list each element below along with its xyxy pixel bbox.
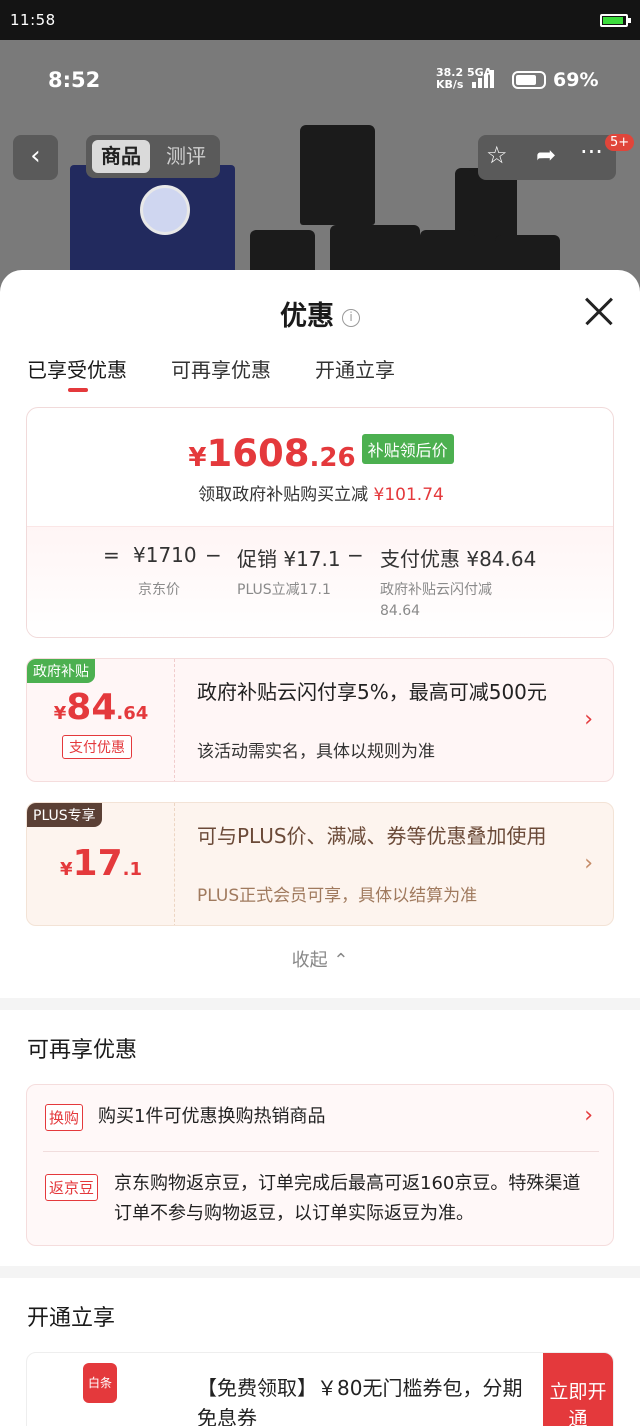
product-tabs: 商品 测评: [86, 135, 220, 178]
battery-percent: 69%: [553, 69, 599, 91]
calc-promo: 促销 ¥17.1: [237, 547, 341, 571]
star-icon[interactable]: ☆: [486, 141, 508, 169]
more-discount-card: 换购 购买1件可优惠换购热销商品 › 返京豆 京东购物返京豆，订单完成后最高可返…: [26, 1084, 614, 1246]
row-divider: [43, 1151, 599, 1152]
plus-tag: PLUS专享: [27, 803, 102, 827]
coupon-amount-area: PLUS专享 ¥17.1: [27, 803, 175, 925]
tab-more[interactable]: 可再享优惠: [171, 354, 271, 383]
coupon-note: 该活动需实名，具体以规则为准: [197, 742, 435, 762]
info-icon[interactable]: i: [342, 309, 360, 327]
pay-label: 政府补贴云闪付减 84.64: [380, 582, 492, 619]
tab-review[interactable]: 测评: [166, 140, 206, 173]
jd-bean-tag: 返京豆: [45, 1174, 99, 1201]
jd-price-label: 京东价: [138, 582, 180, 598]
jd-bean-text: 京东购物返京豆，订单完成后最高可返160京豆。特殊渠道订单不参与购物返豆，以订单…: [114, 1173, 581, 1224]
top-actions: ☆ ➦ ···: [478, 135, 616, 180]
calc-minus: −: [205, 543, 222, 567]
outer-battery-icon: [600, 14, 631, 27]
trade-in-text[interactable]: 购买1件可优惠换购热销商品: [98, 1102, 325, 1132]
calc-minus: −: [347, 543, 364, 567]
open-now-button[interactable]: 立即开通: [543, 1353, 613, 1426]
battery-icon: [512, 71, 546, 89]
tab-enjoyed[interactable]: 已享受优惠: [27, 354, 127, 383]
chevron-up-icon: ⌃: [333, 950, 349, 971]
baitiao-icon: 白条: [83, 1363, 117, 1403]
coupon-amount-area: 政府补贴 ¥84.64 支付优惠: [27, 659, 175, 781]
plus-coupon[interactable]: PLUS专享 ¥17.1 可与PLUS价、满减、券等优惠叠加使用 PLUS正式会…: [26, 802, 614, 926]
message-badge: 5+: [605, 134, 635, 151]
coupon-amount: ¥17.1: [59, 843, 142, 884]
subsidy-price-tag: 补贴领后价: [361, 434, 454, 464]
coupon-main-text: 政府补贴云闪付享5%，最高可减500元: [197, 680, 547, 704]
outer-time: 11:58: [10, 11, 56, 29]
price-summary-card: ¥1608.26 补贴领后价 领取政府补贴购买立减 ¥101.74 = ¥1710…: [26, 407, 614, 638]
discount-sheet: 优惠 i 已享受优惠 可再享优惠 开通立享 ¥1608.26 补贴领后价 领取政府补…: [0, 270, 640, 1426]
tab-underline: [68, 388, 88, 392]
coupon-main-text: 可与PLUS价、满减、券等优惠叠加使用: [197, 824, 547, 848]
tab-open[interactable]: 开通立享: [315, 354, 395, 383]
share-icon[interactable]: ➦: [536, 141, 556, 169]
back-button[interactable]: ‹: [13, 135, 58, 180]
trade-in-tag: 换购: [45, 1104, 84, 1131]
calc-pay: 支付优惠 ¥84.64: [380, 547, 537, 571]
more-section-title: 可再享优惠: [27, 1038, 138, 1063]
collapse-button[interactable]: 收起 ⌃: [0, 946, 640, 972]
section-divider: [0, 1266, 640, 1278]
chevron-right-icon: ›: [584, 707, 593, 732]
sheet-title: 优惠 i: [0, 294, 640, 333]
open-offer-text: 【免费领取】￥80无门槛券包，分期免息券: [197, 1376, 523, 1426]
plus-label: PLUS立减17.1: [237, 582, 331, 598]
calc-equals: =: [103, 543, 120, 567]
section-divider: [0, 998, 640, 1010]
inner-time: 8:52: [48, 68, 101, 92]
product-page-background: 8:52 38.2 5GA KB/s 69% ‹ 商品 测评 ☆ ➦ ···: [0, 40, 640, 300]
tab-goods[interactable]: 商品: [92, 140, 150, 173]
coupon-note: PLUS正式会员可享，具体以结算为准: [197, 886, 478, 906]
open-section-title: 开通立享: [27, 1306, 116, 1331]
close-icon[interactable]: [584, 296, 614, 326]
brand-logo: [140, 185, 190, 235]
gov-subsidy-coupon[interactable]: 政府补贴 ¥84.64 支付优惠 政府补贴云闪付享5%，最高可减500元 该活动…: [26, 658, 614, 782]
final-price: ¥1608.26 补贴领后价: [27, 432, 613, 475]
outer-status-bar: 11:58: [0, 0, 640, 40]
chevron-right-icon: ›: [584, 851, 593, 876]
calc-jd-price: ¥1710: [133, 543, 197, 567]
chevron-left-icon: ‹: [30, 141, 41, 171]
more-icon[interactable]: ···: [580, 138, 603, 166]
pay-discount-chip: 支付优惠: [62, 735, 132, 759]
coupon-amount: ¥84.64: [53, 687, 149, 728]
price-description: 领取政府补贴购买立减 ¥101.74: [198, 485, 444, 505]
chevron-right-icon[interactable]: ›: [584, 1103, 593, 1128]
product-bottle: [300, 125, 375, 225]
gov-subsidy-tag: 政府补贴: [27, 659, 95, 683]
open-offer-card: 白条 【免费领取】￥80无门槛券包，分期免息券 立即开通: [26, 1352, 614, 1426]
